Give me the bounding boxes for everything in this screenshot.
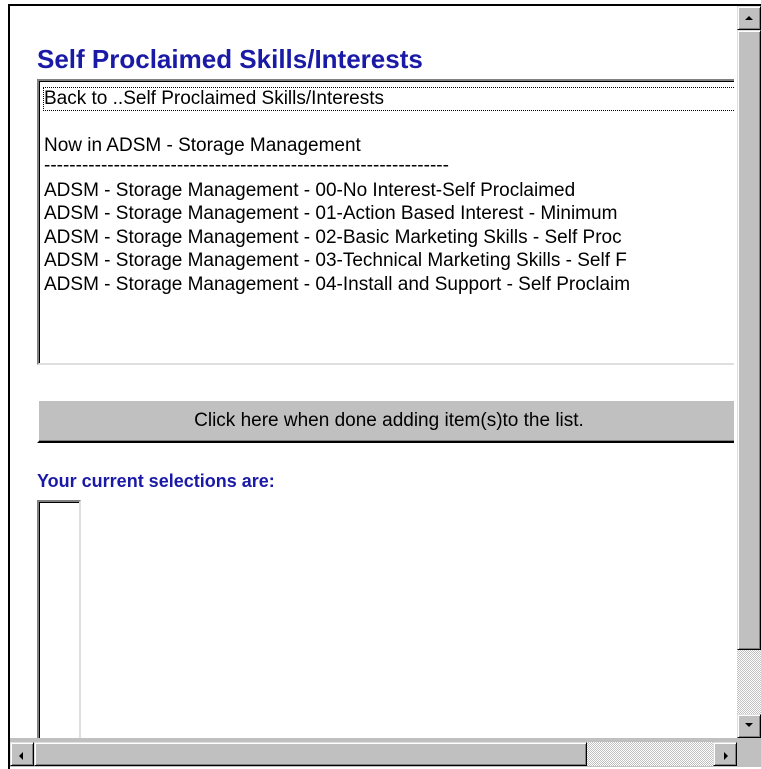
scroll-up-button[interactable] — [737, 6, 761, 30]
page-title: Self Proclaimed Skills/Interests — [37, 44, 423, 74]
horizontal-scrollbar[interactable] — [10, 738, 737, 767]
list-option-01-action-based-interest[interactable]: ADSM - Storage Management - 01-Action Ba… — [40, 202, 734, 226]
current-selections-label: Your current selections are: — [37, 471, 275, 491]
skills-listbox-options: Back to ..Self Proclaimed Skills/Interes… — [39, 81, 734, 363]
scroll-down-button[interactable] — [737, 714, 761, 738]
scroll-left-button[interactable] — [10, 742, 34, 766]
skills-listbox[interactable]: Back to ..Self Proclaimed Skills/Interes… — [37, 79, 734, 365]
horizontal-scroll-track[interactable] — [587, 742, 713, 766]
scroll-right-button[interactable] — [713, 742, 737, 766]
list-option-02-basic-marketing-skills[interactable]: ADSM - Storage Management - 02-Basic Mar… — [40, 226, 734, 250]
current-selections-listbox-inner — [39, 502, 79, 738]
done-adding-button[interactable]: Click here when done adding item(s)to th… — [37, 399, 734, 443]
page-content: Self Proclaimed Skills/Interests Back to… — [10, 6, 734, 738]
arrow-down-icon — [745, 723, 753, 727]
browser-window: Self Proclaimed Skills/Interests Back to… — [8, 4, 761, 769]
current-selections-listbox[interactable] — [37, 500, 81, 738]
scrollbar-corner — [737, 738, 761, 767]
arrow-up-icon — [745, 16, 753, 20]
vertical-scrollbar[interactable] — [737, 6, 761, 738]
arrow-left-icon — [19, 752, 23, 760]
list-option-00-no-interest[interactable]: ADSM - Storage Management - 00-No Intere… — [40, 179, 734, 203]
horizontal-scroll-thumb[interactable] — [34, 742, 587, 766]
vertical-scroll-track[interactable] — [737, 650, 761, 714]
list-option-current-category[interactable]: Now in ADSM - Storage Management — [40, 134, 734, 158]
list-option-03-technical-marketing-skills[interactable]: ADSM - Storage Management - 03-Technical… — [40, 249, 734, 273]
list-option-blank[interactable] — [40, 111, 734, 135]
list-option-back[interactable]: Back to ..Self Proclaimed Skills/Interes… — [43, 87, 734, 111]
list-option-04-install-and-support[interactable]: ADSM - Storage Management - 04-Install a… — [40, 273, 734, 297]
list-option-separator[interactable]: ----------------------------------------… — [40, 158, 734, 179]
vertical-scroll-thumb[interactable] — [737, 30, 761, 650]
arrow-right-icon — [724, 752, 728, 760]
